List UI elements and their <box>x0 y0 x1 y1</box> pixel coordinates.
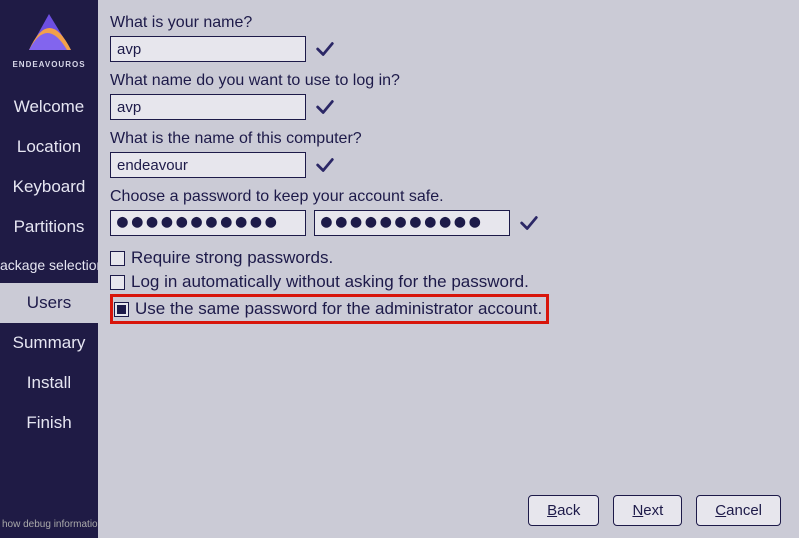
sidebar-item-finish[interactable]: Finish <box>0 403 98 443</box>
sidebar-item-partitions[interactable]: Partitions <box>0 207 98 247</box>
checkmark-icon <box>314 96 336 118</box>
logo: ENDEAVOUROS <box>0 0 98 77</box>
login-input[interactable] <box>110 94 306 120</box>
sidebar-item-welcome[interactable]: Welcome <box>0 87 98 127</box>
sidebar-item-summary[interactable]: Summary <box>0 323 98 363</box>
brand-text: ENDEAVOUROS <box>12 60 85 69</box>
host-label: What is the name of this computer? <box>110 130 785 148</box>
name-label: What is your name? <box>110 14 785 32</box>
strong-password-checkbox[interactable] <box>110 251 125 266</box>
sidebar-item-location[interactable]: Location <box>0 127 98 167</box>
password-input[interactable]: ●●●●●●●●●●● <box>110 210 306 236</box>
sidebar-item-users[interactable]: Users <box>0 283 98 323</box>
login-label: What name do you want to use to log in? <box>110 72 785 90</box>
same-password-checkbox[interactable] <box>114 302 129 317</box>
cancel-button[interactable]: Cancel <box>696 495 781 526</box>
same-password-highlight: Use the same password for the administra… <box>110 294 549 324</box>
button-bar: Back Next Cancel <box>110 485 785 538</box>
autologin-label: Log in automatically without asking for … <box>131 272 529 292</box>
password-confirm-input[interactable]: ●●●●●●●●●●● <box>314 210 510 236</box>
same-password-label: Use the same password for the administra… <box>135 299 542 319</box>
endeavouros-logo-icon <box>19 8 79 58</box>
checkmark-icon <box>314 38 336 60</box>
sidebar-item-install[interactable]: Install <box>0 363 98 403</box>
next-button[interactable]: Next <box>613 495 682 526</box>
debug-info-link[interactable]: how debug information <box>0 511 98 538</box>
password-label: Choose a password to keep your account s… <box>110 188 785 206</box>
checkmark-icon <box>518 212 540 234</box>
back-button[interactable]: Back <box>528 495 599 526</box>
name-input[interactable] <box>110 36 306 62</box>
sidebar-item-package-selection[interactable]: ackage selection <box>0 247 98 283</box>
checkmark-icon <box>314 154 336 176</box>
strong-password-label: Require strong passwords. <box>131 248 333 268</box>
main-panel: What is your name? What name do you want… <box>98 0 799 538</box>
nav: Welcome Location Keyboard Partitions ack… <box>0 87 98 443</box>
sidebar-item-keyboard[interactable]: Keyboard <box>0 167 98 207</box>
host-input[interactable] <box>110 152 306 178</box>
sidebar: ENDEAVOUROS Welcome Location Keyboard Pa… <box>0 0 98 538</box>
autologin-checkbox[interactable] <box>110 275 125 290</box>
